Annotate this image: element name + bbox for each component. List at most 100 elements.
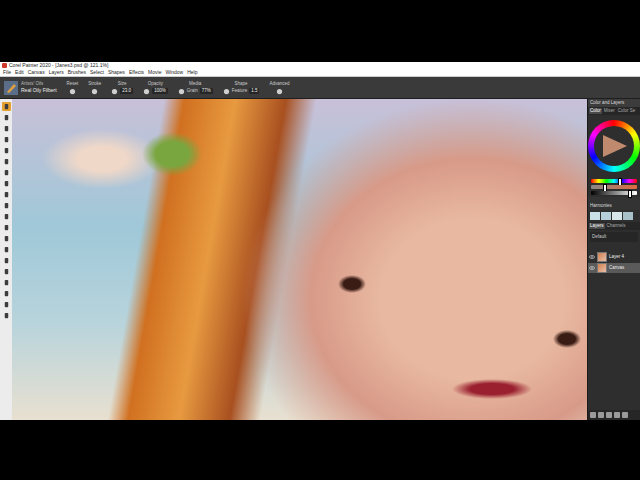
- layer-tool-icon[interactable]: [606, 412, 612, 418]
- color-slider[interactable]: [591, 185, 637, 189]
- tool-button[interactable]: [2, 146, 11, 155]
- swatch[interactable]: [601, 212, 611, 220]
- menu-item[interactable]: Edit: [15, 69, 24, 76]
- layer-tool-icon[interactable]: [622, 412, 628, 418]
- color-wheel-area: [588, 115, 640, 177]
- color-wheel[interactable]: [588, 120, 640, 172]
- color-slider[interactable]: [591, 191, 637, 195]
- layer-tool-icon[interactable]: [590, 412, 596, 418]
- menu-item[interactable]: File: [3, 69, 11, 76]
- layer-tool-icon[interactable]: [598, 412, 604, 418]
- control-icon[interactable]: [111, 88, 118, 95]
- title-bar: Corel Painter 2020 - [Janes3.psd @ 121.1…: [0, 62, 640, 69]
- tool-button[interactable]: [2, 245, 11, 254]
- tool-button[interactable]: [2, 256, 11, 265]
- tool-button[interactable]: [2, 102, 11, 111]
- field-label: Grain: [187, 88, 198, 94]
- brush-icon: [4, 81, 18, 95]
- eye-icon[interactable]: [589, 254, 595, 260]
- screen: Corel Painter 2020 - [Janes3.psd @ 121.1…: [0, 0, 640, 480]
- menu-item[interactable]: Shapes: [108, 69, 125, 76]
- tool-icon: [3, 235, 10, 242]
- layer-tool-icon[interactable]: [614, 412, 620, 418]
- brush-selector[interactable]: Artists' OilsReal Oily Filbert: [4, 77, 57, 98]
- tab[interactable]: Mixer: [603, 108, 616, 114]
- tool-icon: [3, 246, 10, 253]
- eye-icon[interactable]: [589, 265, 595, 271]
- tool-button[interactable]: [2, 124, 11, 133]
- tool-button[interactable]: [2, 278, 11, 287]
- harmonies-header: Harmonies: [588, 197, 640, 210]
- brush-category: Artists' Oils: [21, 81, 57, 87]
- section-label: Media: [189, 81, 201, 87]
- menu-item[interactable]: Layers: [49, 69, 64, 76]
- tab[interactable]: Layers: [589, 223, 605, 229]
- menu-item[interactable]: Movie: [148, 69, 161, 76]
- swatch[interactable]: [590, 212, 600, 220]
- tool-icon: [3, 191, 10, 198]
- toolbox: [0, 99, 12, 420]
- tool-button[interactable]: [2, 179, 11, 188]
- control-icon[interactable]: [276, 88, 283, 95]
- control-icon[interactable]: [223, 88, 230, 95]
- layer-tools: [588, 410, 640, 420]
- tab[interactable]: Color Se: [617, 108, 637, 114]
- tool-button[interactable]: [2, 234, 11, 243]
- slider-knob[interactable]: [628, 190, 632, 198]
- layer-name: Canvas: [609, 265, 624, 271]
- tool-icon: [3, 103, 10, 110]
- tool-button[interactable]: [2, 311, 11, 320]
- letterbox-top: [0, 0, 640, 62]
- layer-row[interactable]: Layer 4: [588, 252, 640, 262]
- menu-item[interactable]: Select: [90, 69, 104, 76]
- tool-button[interactable]: [2, 190, 11, 199]
- tool-button[interactable]: [2, 289, 11, 298]
- menu-item[interactable]: Brushes: [68, 69, 86, 76]
- value-field[interactable]: 23.0: [120, 88, 133, 94]
- control-icon[interactable]: [69, 88, 76, 95]
- control-icon[interactable]: [91, 88, 98, 95]
- tool-button[interactable]: [2, 157, 11, 166]
- tool-button[interactable]: [2, 267, 11, 276]
- menu-item[interactable]: Canvas: [28, 69, 45, 76]
- tool-button[interactable]: [2, 201, 11, 210]
- field-label: Feature: [232, 88, 248, 94]
- tool-icon: [3, 114, 10, 121]
- value-field[interactable]: 100%: [152, 88, 168, 94]
- color-triangle[interactable]: [599, 131, 629, 161]
- menu-item[interactable]: Window: [165, 69, 183, 76]
- painting-canvas[interactable]: [12, 99, 587, 420]
- tab[interactable]: Color: [589, 108, 602, 114]
- tool-button[interactable]: [2, 300, 11, 309]
- composite-method[interactable]: Default: [590, 232, 638, 242]
- value-field[interactable]: 77%: [200, 88, 213, 94]
- tool-button[interactable]: [2, 113, 11, 122]
- layer-row[interactable]: Canvas: [588, 263, 640, 273]
- property-section: MediaGrain77%: [178, 77, 213, 98]
- tool-button[interactable]: [2, 135, 11, 144]
- tool-icon: [3, 268, 10, 275]
- tool-icon: [3, 158, 10, 165]
- tool-button[interactable]: [2, 168, 11, 177]
- tool-icon: [3, 202, 10, 209]
- swatch[interactable]: [612, 212, 622, 220]
- swatch[interactable]: [623, 212, 633, 220]
- workspace: Color and LayersColorMixerColor SeHarmon…: [0, 99, 640, 420]
- tool-icon: [3, 213, 10, 220]
- painter-logo-icon: [2, 63, 7, 68]
- menu-item[interactable]: Help: [187, 69, 197, 76]
- layer-thumbnail: [597, 252, 607, 262]
- brush-variant: Real Oily Filbert: [21, 87, 57, 94]
- property-section: Opacity100%: [143, 77, 168, 98]
- color-slider[interactable]: [591, 179, 637, 183]
- tool-icon: [3, 224, 10, 231]
- tool-button[interactable]: [2, 223, 11, 232]
- menu-bar: File Edit Canvas Layers Brushes Select Shapes E…: [0, 69, 640, 77]
- control-icon[interactable]: [143, 88, 150, 95]
- tool-button[interactable]: [2, 212, 11, 221]
- control-icon[interactable]: [178, 88, 185, 95]
- portrait-painting: [12, 99, 587, 420]
- menu-item[interactable]: Effects: [129, 69, 144, 76]
- tab[interactable]: Channels: [606, 223, 627, 229]
- value-field[interactable]: 1.5: [249, 88, 259, 94]
